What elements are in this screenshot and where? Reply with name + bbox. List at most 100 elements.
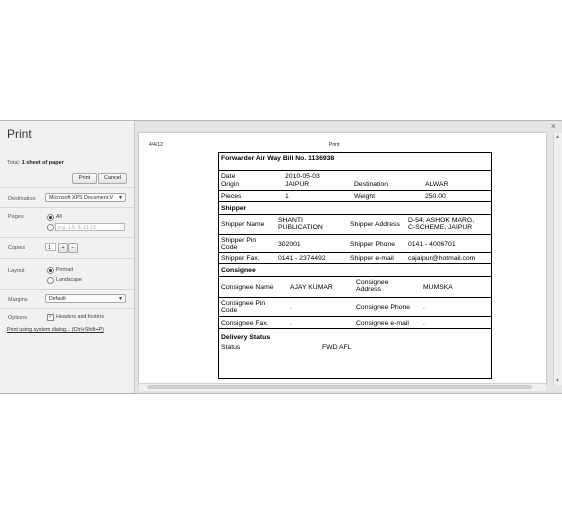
total-label: Total: [7, 160, 21, 166]
bill-title: Forwarder Air Way Bill No. 1136938 [221, 155, 335, 162]
preview-page: 4/4/12 Print Forwarder Air Way Bill No. … [139, 133, 546, 385]
consignee-address-label-2: Address [356, 286, 381, 293]
consignee-phone-value: . [423, 304, 425, 311]
consignee-email-value: . [423, 320, 425, 327]
shipper-pin-value: 302001 [278, 241, 301, 248]
horizontal-scroll-thumb[interactable] [147, 385, 532, 389]
consignee-address-label-1: Consignee [356, 279, 389, 286]
row-divider [219, 190, 491, 191]
destination-select[interactable]: Microsoft XPS Document V ▼ [45, 193, 126, 202]
copies-input[interactable]: 1 [45, 243, 56, 251]
consignee-pin-label-2: Code [221, 307, 238, 314]
divider [0, 308, 134, 309]
consignee-fax-label: Consignee Fax. [221, 320, 269, 327]
destination-label: Destination [8, 196, 36, 202]
chevron-down-icon: ▼ [118, 195, 123, 201]
consignee-heading: Consignee [221, 267, 256, 274]
shipper-fax-value: 0141 - 2374492 [278, 255, 326, 262]
row-divider [219, 252, 491, 253]
total-value: 1 sheet of paper [21, 160, 64, 166]
status-label: Status [221, 344, 241, 351]
page-header-title: Print [329, 142, 340, 148]
shipper-address-label: Shipper Address [350, 221, 400, 228]
pages-range-input[interactable]: e.g. 1-5, 8, 11-13 [55, 223, 125, 231]
shipper-name-line2: PUBLICATION [278, 224, 323, 231]
consignee-address-value: MUMSKA [423, 284, 453, 291]
consignee-email-label: Consignee e-mail [356, 320, 409, 327]
shipper-address-line2: C-SCHEME, JAIPUR [408, 224, 473, 231]
consignee-pin-label-1: Consignee Pin [221, 300, 266, 307]
row-divider [219, 328, 491, 329]
destination-value: ALWAR [425, 181, 449, 188]
consignee-fax-value: . [290, 320, 292, 327]
margins-label: Margins [8, 297, 28, 303]
weight-value: 250.00 [425, 193, 446, 200]
pages-custom-radio[interactable] [47, 224, 54, 231]
copies-decrement-button[interactable]: − [68, 243, 78, 253]
origin-value: JAIPUR [285, 181, 310, 188]
shipper-email-value: cajaipur@hotmail.com [408, 255, 476, 262]
origin-label: Origin [221, 181, 240, 188]
cancel-button[interactable]: Cancel [98, 173, 127, 184]
pages-label: Pages [8, 214, 24, 220]
consignee-name-label: Consignee Name [221, 284, 274, 291]
copies-label: Copies [8, 245, 26, 251]
destination-label: Destination [354, 181, 389, 188]
shipper-heading: Shipper [221, 205, 247, 212]
layout-landscape-radio[interactable] [47, 277, 54, 284]
shipper-fax-label: Shipper Fax. [221, 255, 260, 262]
divider [0, 237, 134, 238]
row-divider [219, 297, 491, 298]
layout-portrait-radio[interactable] [47, 267, 54, 274]
shipper-phone-label: Shipper Phone [350, 241, 395, 248]
shipper-address-line1: D-54, ASHOK MARG, [408, 217, 475, 224]
headers-footers-checkbox[interactable]: ✓ [47, 314, 54, 321]
shipper-email-label: Shipper e-mail [350, 255, 394, 262]
shipper-pin-label-1: Shipper Pin [221, 237, 257, 244]
weight-label: Weight [354, 193, 376, 200]
print-button[interactable]: Print [72, 173, 97, 184]
dialog-title: Print [7, 127, 32, 141]
status-value: FWD AFL [322, 344, 352, 351]
row-divider [219, 276, 491, 277]
margins-value: Default [49, 296, 66, 302]
shipper-phone-value: 0141 - 4006701 [408, 241, 456, 248]
shipper-name-label: Shipper Name [221, 221, 265, 228]
pages-all-radio[interactable] [47, 214, 54, 221]
divider [0, 258, 134, 259]
total-sheets: Total: 1 sheet of paper [7, 160, 64, 166]
shipper-pin-label-2: Code [221, 244, 238, 251]
divider [0, 207, 134, 208]
row-divider [219, 234, 491, 235]
delivery-heading: Delivery Status [221, 334, 271, 341]
options-label: Options [8, 315, 27, 321]
scroll-down-icon[interactable]: ▼ [555, 378, 560, 384]
consignee-name-value: AJAY KUMAR [290, 284, 333, 291]
vertical-scrollbar[interactable]: ▲ ▼ [553, 133, 562, 385]
scroll-up-icon[interactable]: ▲ [555, 134, 560, 140]
pieces-value: 1 [285, 193, 289, 200]
print-preview-area: × 4/4/12 Print Forwarder Air Way Bill No… [135, 121, 562, 393]
destination-value: Microsoft XPS Document V [49, 195, 114, 201]
layout-label: Layout [8, 268, 25, 274]
divider [0, 289, 134, 290]
page-header-date: 4/4/12 [149, 142, 163, 148]
layout-portrait-label: Portrait [56, 267, 74, 273]
row-divider [219, 263, 491, 264]
print-dialog: Print Total: 1 sheet of paper Print Canc… [0, 120, 562, 394]
consignee-pin-value: . [290, 304, 292, 311]
layout-landscape-label: Landscape [56, 277, 82, 283]
consignee-phone-label: Consignee Phone [356, 304, 411, 311]
close-icon[interactable]: × [551, 121, 556, 131]
date-label: Date [221, 173, 236, 180]
horizontal-scrollbar[interactable] [139, 383, 546, 391]
print-settings-sidebar: Print Total: 1 sheet of paper Print Canc… [0, 121, 135, 393]
row-divider [219, 201, 491, 202]
system-dialog-link[interactable]: Print using system dialog... (Ctrl+Shift… [7, 327, 104, 333]
copies-increment-button[interactable]: + [58, 243, 68, 253]
row-divider [219, 214, 491, 215]
shipper-name-line1: SHANTI [278, 217, 303, 224]
air-way-bill-table: Forwarder Air Way Bill No. 1136938 Date … [218, 152, 492, 379]
chevron-down-icon: ▼ [118, 296, 123, 302]
margins-select[interactable]: Default ▼ [45, 294, 126, 303]
